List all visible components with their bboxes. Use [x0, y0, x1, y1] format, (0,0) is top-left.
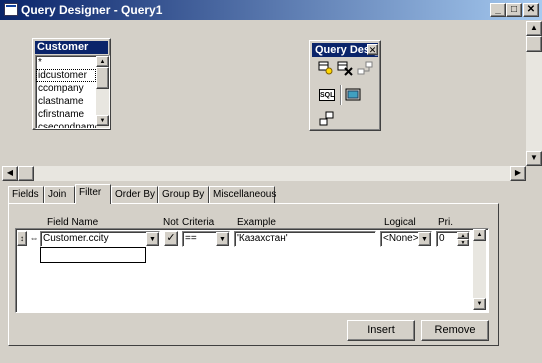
list-scroll-thumb[interactable] — [96, 67, 109, 89]
add-table-icon[interactable] — [318, 60, 334, 76]
field-name-value: Customer.ccity — [43, 233, 109, 244]
toolbox-close-button[interactable]: ✕ — [367, 44, 378, 55]
field-name-edit-box[interactable] — [40, 247, 146, 263]
example-value: 'Казахстан' — [237, 233, 288, 244]
list-scroll-down-icon[interactable]: ▼ — [96, 115, 109, 126]
field-list-item[interactable]: ccompany — [36, 82, 96, 95]
header-priority: Pri. — [438, 217, 453, 228]
view-results-icon[interactable] — [345, 87, 361, 103]
scroll-down-icon[interactable]: ▼ — [526, 151, 542, 166]
grid-scroll-up-icon[interactable]: ▲ — [473, 229, 486, 241]
scroll-thumb[interactable] — [526, 36, 542, 52]
logical-value: <None> — [383, 233, 419, 244]
spin-up-icon[interactable]: ▲ — [457, 232, 469, 239]
swap-icon[interactable]: ⇔ — [29, 231, 39, 246]
query-designer-window: Query Designer - Query1 _ □ ✕ ▲ ▼ ◀ ▶ Cu… — [0, 0, 542, 363]
close-button[interactable]: ✕ — [523, 3, 539, 17]
move-row-icon[interactable]: ↕ — [17, 231, 27, 246]
insert-button[interactable]: Insert — [347, 320, 415, 341]
spin-down-icon[interactable]: ▼ — [457, 239, 469, 246]
header-not: Not — [163, 217, 179, 228]
scroll-left-icon[interactable]: ◀ — [2, 166, 18, 181]
title-bar[interactable]: Query Designer - Query1 _ □ ✕ — [0, 0, 542, 20]
toolbox-separator — [340, 85, 342, 105]
minimize-button[interactable]: _ — [490, 3, 506, 17]
remove-table-icon[interactable] — [337, 60, 353, 76]
relations-icon[interactable] — [357, 60, 373, 76]
canvas-vertical-scrollbar[interactable]: ▲ ▼ — [526, 21, 542, 166]
remove-button[interactable]: Remove — [421, 320, 489, 341]
field-list-item[interactable]: csecondname — [36, 121, 96, 128]
grid-scroll-down-icon[interactable]: ▼ — [473, 298, 486, 310]
customer-field-list[interactable]: * idcustomer ccompany clastname cfirstname cs… — [35, 55, 110, 129]
scroll-corner — [526, 166, 542, 181]
app-icon — [4, 3, 18, 16]
join-icon[interactable] — [319, 111, 335, 127]
window-title: Query Designer - Query1 — [21, 3, 163, 17]
check-icon: ✓ — [166, 232, 176, 244]
list-scroll-up-icon[interactable]: ▲ — [96, 56, 109, 67]
priority-value: 0 — [439, 233, 445, 244]
tab-group-by[interactable]: Group By — [158, 186, 209, 203]
canvas-horizontal-scrollbar[interactable]: ◀ ▶ — [2, 166, 526, 181]
scroll-right-icon[interactable]: ▶ — [510, 166, 526, 181]
customer-table-title[interactable]: Customer — [35, 41, 108, 54]
chevron-down-icon[interactable]: ▼ — [216, 232, 229, 246]
grid-scrollbar[interactable]: ▲ ▼ — [473, 229, 486, 310]
example-input[interactable]: 'Казахстан' — [234, 231, 376, 247]
header-logical: Logical — [384, 217, 416, 228]
tab-join[interactable]: Join — [44, 186, 75, 203]
maximize-button[interactable]: □ — [506, 3, 522, 17]
tab-filter[interactable]: Filter — [75, 184, 111, 204]
sql-icon[interactable]: SQL — [319, 89, 335, 101]
tab-order-by[interactable]: Order By — [111, 186, 158, 203]
hscroll-thumb[interactable] — [18, 166, 34, 181]
field-list-scrollbar[interactable]: ▲ ▼ — [96, 56, 109, 128]
chevron-down-icon[interactable]: ▼ — [418, 232, 431, 246]
customer-table-window[interactable]: Customer * idcustomer ccompany clastname cfi… — [32, 38, 111, 130]
criteria-value: == — [185, 233, 197, 244]
field-list-item[interactable]: cfirstname — [36, 108, 96, 121]
field-name-select[interactable]: Customer.ccity ▼ — [40, 231, 160, 247]
scroll-up-icon[interactable]: ▲ — [526, 21, 542, 36]
field-list-item[interactable]: clastname — [36, 95, 96, 108]
chevron-down-icon[interactable]: ▼ — [146, 232, 159, 246]
tab-miscellaneous[interactable]: Miscellaneous — [209, 186, 276, 203]
priority-spinner[interactable]: 0 ▲ ▼ — [436, 231, 470, 247]
header-criteria: Criteria — [182, 217, 215, 228]
filter-grid[interactable]: ↕ ⇔ Customer.ccity ▼ ✓ == ▼ 'Казахстан' … — [15, 228, 489, 313]
query-designer-toolbox[interactable]: Query Designer ✕ SQL — [309, 40, 381, 131]
criteria-select[interactable]: == ▼ — [182, 231, 230, 247]
header-field-name: Field Name — [47, 217, 99, 228]
logical-select[interactable]: <None> ▼ — [380, 231, 432, 247]
not-checkbox[interactable]: ✓ — [164, 231, 178, 246]
field-list-item[interactable]: * — [36, 56, 96, 69]
header-example: Example — [237, 217, 276, 228]
tab-fields[interactable]: Fields — [8, 186, 44, 203]
field-list-item[interactable]: idcustomer — [36, 69, 96, 82]
